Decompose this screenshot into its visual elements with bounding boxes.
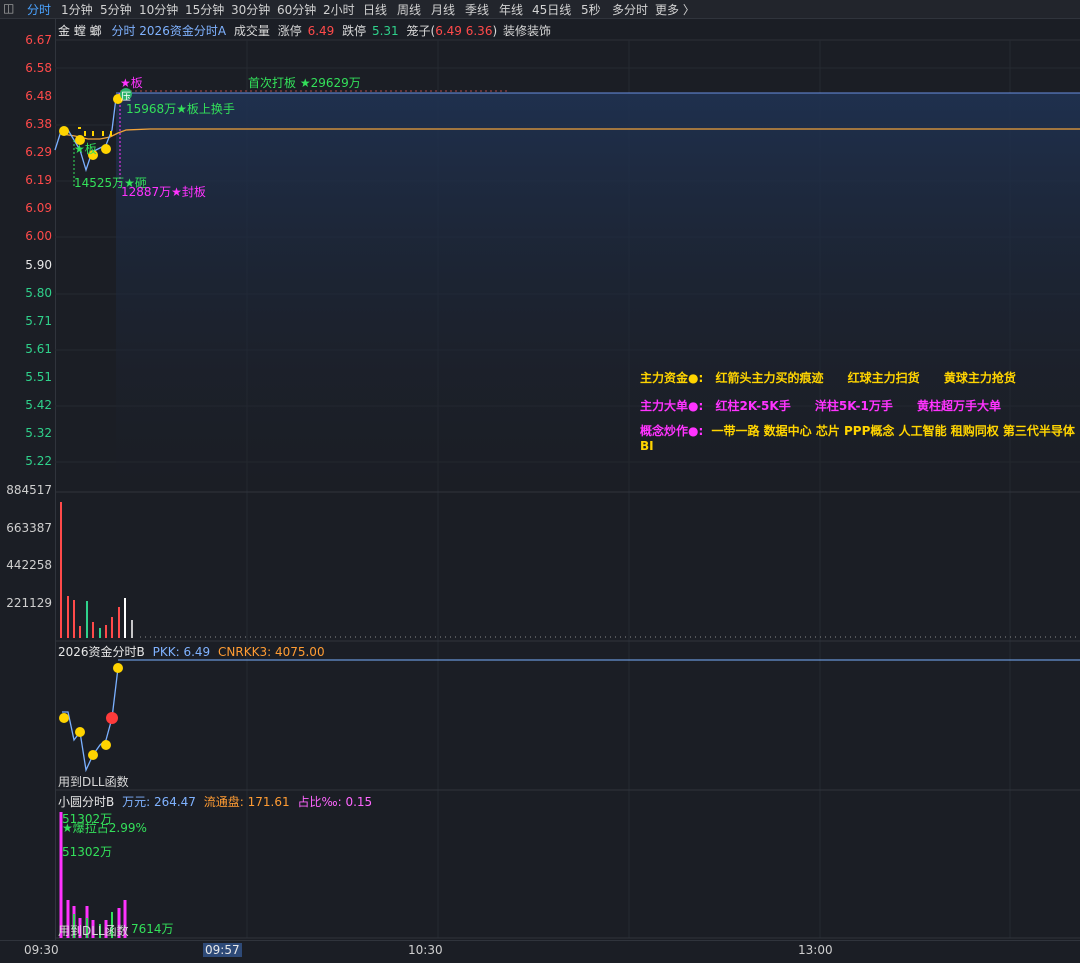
- wan-value: 264.47: [153, 795, 196, 809]
- time-tick: 13:00: [798, 943, 833, 957]
- panel-c-footer: 用到DLL函数: [58, 924, 129, 938]
- limit-down-label: 跌停: [342, 24, 367, 38]
- legend-title: 概念炒作●:: [640, 424, 704, 438]
- time-tick: 10:30: [408, 943, 443, 957]
- stock-name[interactable]: 金 螳 螂: [58, 24, 102, 38]
- red-ball-icon: [106, 712, 118, 724]
- panel-c-name[interactable]: 小圆分时B: [58, 795, 114, 809]
- yellow-ticks: [78, 127, 112, 136]
- cage-close: ): [492, 24, 498, 38]
- panel-b-name[interactable]: 2026资金分时B: [58, 645, 145, 659]
- indicator-name[interactable]: 分时 2026资金分时A: [111, 24, 226, 38]
- legend-item: 红柱2K-5K手: [715, 399, 791, 413]
- cnrkk-value: 4075.00: [274, 645, 325, 659]
- legend-main-funds: 主力资金●: 红箭头主力买的痕迹 红球主力扫货 黄球主力抢货: [640, 369, 1016, 386]
- pkk-label: PKK:: [152, 645, 180, 659]
- panel-b-footer: 用到DLL函数: [58, 775, 129, 789]
- ban-annotation: ★板: [74, 142, 97, 156]
- legend-concepts: 概念炒作●: 一带一路 数据中心 芯片 PPP概念 人工智能 租购同权 第三代半…: [640, 422, 1080, 453]
- ratio-value: 0.15: [345, 795, 373, 809]
- cage-low: 6.36: [465, 24, 493, 38]
- float-label: 流通盘:: [203, 795, 244, 809]
- cage-high: 6.49: [435, 24, 462, 38]
- yellow-ball: [59, 126, 69, 136]
- panel-c-annotation: 7614万: [131, 922, 174, 936]
- limit-up-value: 6.49: [307, 24, 335, 38]
- legend-item: 黄柱超万手大单: [917, 399, 1002, 413]
- ratio-label: 占比‰:: [297, 795, 342, 809]
- volume-label: 成交量: [233, 24, 270, 38]
- legend-big-orders: 主力大单●: 红柱2K-5K手 洋柱5K-1万手 黄柱超万手大单: [640, 397, 1001, 414]
- concept-list: 一带一路 数据中心 芯片 PPP概念 人工智能 租购同权 第三代半导体 BI: [640, 424, 1075, 453]
- time-tick: 09:30: [24, 943, 59, 957]
- legend-item: 红箭头主力买的痕迹: [715, 371, 824, 385]
- legend-item: 黄球主力抢货: [943, 371, 1016, 385]
- cage-label: 笼子(: [406, 24, 436, 38]
- yellow-ball: [101, 144, 111, 154]
- panel-c-annotation: 51302万: [62, 845, 113, 859]
- float-value: 171.61: [247, 795, 290, 809]
- limit-up-label: 涨停: [277, 24, 302, 38]
- price-panel-header: 金 螳 螂 分时 2026资金分时A 成交量 涨停 6.49 跌停 5.31 笼…: [58, 22, 551, 39]
- panel-b-header: 2026资金分时B PKK: 6.49 CNRKK3: 4075.00: [58, 643, 325, 660]
- time-cursor-label: 09:57: [203, 943, 242, 957]
- volume-bars: [60, 502, 133, 638]
- legend-item: 洋柱5K-1万手: [814, 399, 893, 413]
- seal-annotation: 12887万★封板: [121, 185, 206, 199]
- legend-title: 主力资金●:: [640, 371, 704, 385]
- pkk-value: 6.49: [183, 645, 211, 659]
- panel-c-header: 小圆分时B 万元: 264.47 流通盘: 171.61 占比‰: 0.15: [58, 793, 372, 810]
- first-board-annotation: 首次打板 ★29629万: [248, 76, 361, 90]
- cnrkk-label: CNRKK3:: [218, 645, 272, 659]
- time-axis: 09:30 09:57 10:30 13:00: [0, 940, 1080, 963]
- intraday-chart-canvas[interactable]: [0, 0, 1080, 962]
- legend-item: 红球主力扫货: [847, 371, 920, 385]
- wan-label: 万元:: [122, 795, 151, 809]
- sector-label[interactable]: 装修装饰: [503, 24, 551, 38]
- legend-title: 主力大单●:: [640, 399, 704, 413]
- panel-c-annotation: ★爆拉占2.99%: [62, 821, 147, 835]
- limit-down-value: 5.31: [371, 24, 399, 38]
- turnover-annotation: 15968万★板上换手: [126, 102, 235, 116]
